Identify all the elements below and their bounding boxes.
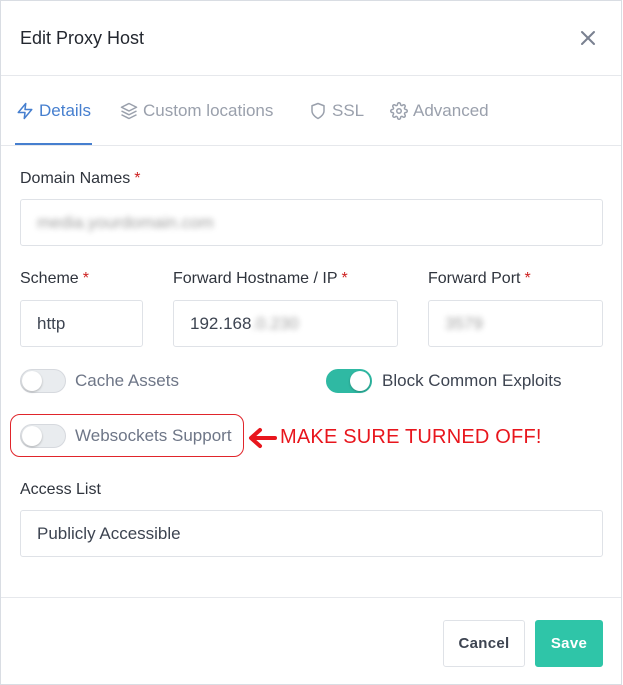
forward-port-label: Forward Port * xyxy=(428,270,531,287)
layers-icon xyxy=(120,102,138,120)
required-marker: * xyxy=(134,170,141,187)
modal-footer xyxy=(1,597,621,685)
cache-assets-toggle[interactable] xyxy=(20,369,66,393)
domain-names-input[interactable]: media.yourdomain.com xyxy=(20,199,603,246)
scheme-input[interactable]: http xyxy=(20,300,143,347)
modal-title: Edit Proxy Host xyxy=(20,28,145,48)
block-common-exploits-label: Block Common Exploits xyxy=(382,371,562,390)
scheme-value: http xyxy=(37,313,66,333)
active-tab-indicator xyxy=(15,143,92,145)
required-marker: * xyxy=(82,270,89,287)
websockets-support-toggle[interactable] xyxy=(20,424,66,448)
close-icon xyxy=(581,31,595,45)
tab-label: Details xyxy=(39,101,91,120)
tab-custom-locations[interactable]: Custom locations xyxy=(120,99,273,123)
tab-label: Custom locations xyxy=(143,101,274,120)
tab-details[interactable]: Details xyxy=(16,99,91,123)
close-button[interactable] xyxy=(577,27,599,49)
forward-hostname-value: 192.168 xyxy=(190,313,252,333)
bolt-icon xyxy=(17,102,33,120)
tab-bar: Details Custom locations SSL Advanced xyxy=(1,77,621,146)
required-marker: * xyxy=(341,270,348,287)
annotation-text: MAKE SURE TURNED OFF! xyxy=(280,426,542,448)
toggle-knob xyxy=(22,426,42,446)
required-marker: * xyxy=(524,270,531,287)
domain-names-label: Domain Names * xyxy=(20,170,141,187)
toggle-knob xyxy=(22,371,42,391)
toggle-knob xyxy=(350,371,370,391)
forward-port-input[interactable]: 3579 xyxy=(428,300,603,347)
forward-hostname-label: Forward Hostname / IP * xyxy=(173,270,348,287)
shield-icon xyxy=(311,102,325,120)
tab-ssl[interactable]: SSL xyxy=(309,99,364,123)
save-button[interactable]: Save xyxy=(535,620,603,667)
access-list-select[interactable]: Publicly Accessible xyxy=(20,510,603,557)
tab-label: Advanced xyxy=(413,101,489,120)
block-common-exploits-toggle[interactable] xyxy=(326,369,372,393)
access-list-label: Access List xyxy=(20,481,101,498)
forward-hostname-value-blurred: .0.230 xyxy=(251,313,299,333)
domain-names-value: media.yourdomain.com xyxy=(37,212,214,232)
edit-proxy-host-modal: Edit Proxy Host Details Custom locations xyxy=(0,0,622,685)
annotation-arrow-icon xyxy=(249,428,277,448)
tab-advanced[interactable]: Advanced xyxy=(390,99,489,123)
modal-header: Edit Proxy Host xyxy=(1,1,621,76)
forward-hostname-input[interactable]: 192.168.0.230 xyxy=(173,300,398,347)
scheme-label: Scheme * xyxy=(20,270,89,287)
cache-assets-label: Cache Assets xyxy=(75,371,179,390)
gear-icon xyxy=(390,102,408,120)
websockets-support-label: Websockets Support xyxy=(75,426,232,445)
access-list-value: Publicly Accessible xyxy=(37,523,181,543)
forward-port-value: 3579 xyxy=(445,313,483,333)
cancel-button[interactable]: Cancel xyxy=(443,620,525,667)
tab-label: SSL xyxy=(332,101,365,120)
